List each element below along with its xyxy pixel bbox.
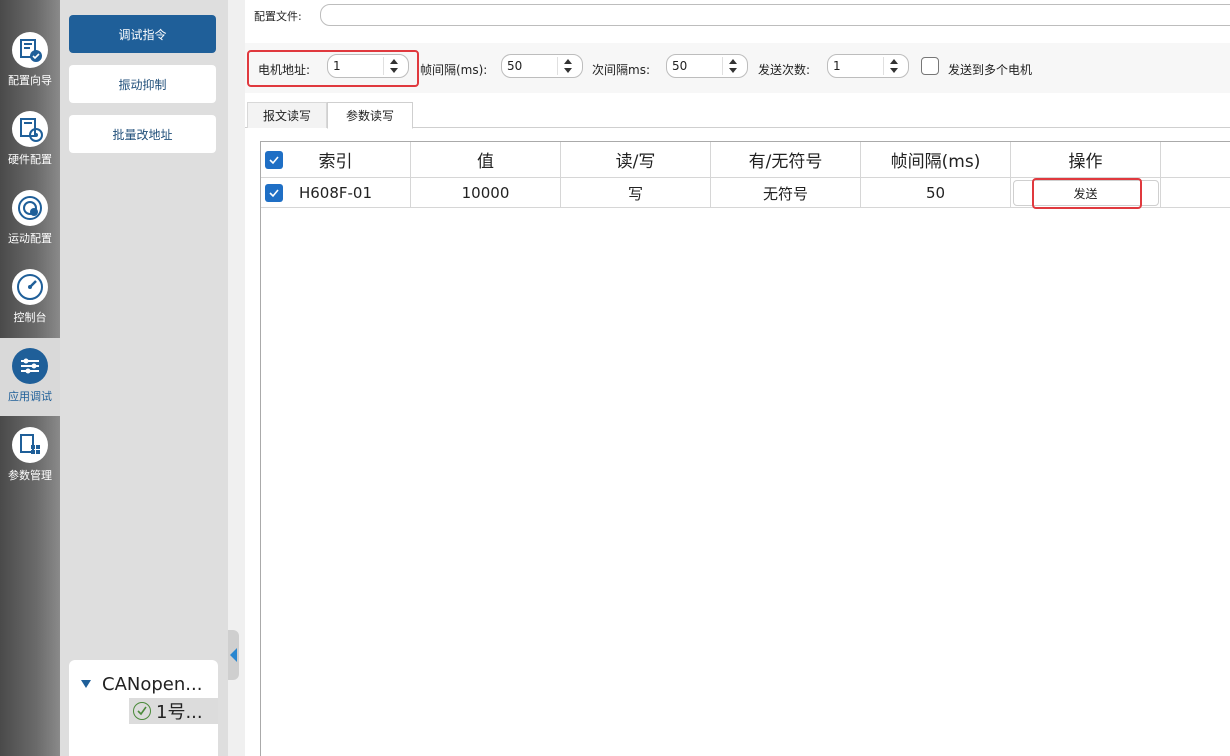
cell-action: 发送 — [1011, 178, 1161, 208]
sliders-icon — [12, 348, 48, 384]
send-params-row: 电机地址: 1 帧间隔(ms): 50 次间隔ms: 50 发送次数: 1 发送… — [245, 43, 1230, 93]
config-file-input[interactable] — [320, 4, 1230, 26]
rail-item-config-wizard[interactable]: 配置向导 — [0, 22, 60, 100]
spin-down-icon[interactable] — [390, 68, 398, 73]
tree-root-canopen[interactable]: CANopen... — [102, 674, 202, 695]
config-wizard-icon — [12, 32, 48, 68]
motor-address-label: 电机地址: — [258, 63, 311, 77]
cell-index: H608F-01 — [261, 178, 411, 208]
cell-rw[interactable]: 写 — [561, 178, 711, 208]
row-checkbox[interactable] — [265, 184, 283, 202]
spin-arrows[interactable] — [562, 57, 576, 75]
spin-up-icon[interactable] — [890, 59, 898, 64]
tab-bar: 报文读写 参数读写 — [245, 102, 1230, 129]
multi-motor-label: 发送到多个电机 — [948, 63, 1033, 77]
collapse-panel-button[interactable] — [228, 630, 239, 680]
header-index: 索引 — [261, 142, 411, 178]
send-count-spinbox[interactable]: 1 — [827, 54, 909, 78]
tree-node-motor-1[interactable]: 1号... — [129, 698, 218, 724]
multi-motor-checkbox[interactable] — [921, 57, 939, 75]
rail-label: 运动配置 — [8, 232, 52, 245]
rail-item-hardware-config[interactable]: 硬件配置 — [0, 101, 60, 179]
nav-rail: 配置向导 硬件配置 运动配置 控制台 应用调试 参数管理 — [0, 0, 60, 756]
tab-param-rw[interactable]: 参数读写 — [327, 102, 413, 129]
check-circle-icon — [133, 702, 151, 720]
cell-interval[interactable]: 50 — [861, 178, 1011, 208]
header-value: 值 — [411, 142, 561, 178]
tab-message-rw[interactable]: 报文读写 — [247, 102, 327, 128]
header-signed: 有/无符号 — [711, 142, 861, 178]
motion-config-icon — [12, 190, 48, 226]
header-interval: 帧间隔(ms) — [861, 142, 1011, 178]
header-action: 操作 — [1011, 142, 1161, 178]
send-count-value: 1 — [833, 59, 841, 73]
param-manage-icon — [12, 427, 48, 463]
submenu-panel: 调试指令 振动抑制 批量改地址 CANopen... 1号... — [60, 0, 228, 756]
spin-down-icon[interactable] — [890, 68, 898, 73]
spin-up-icon[interactable] — [729, 59, 737, 64]
console-gauge-icon — [12, 269, 48, 305]
spin-up-icon[interactable] — [390, 59, 398, 64]
submenu-vibration-suppress[interactable]: 振动抑制 — [69, 65, 216, 103]
rail-item-motion-config[interactable]: 运动配置 — [0, 180, 60, 258]
cell-value[interactable]: 10000 — [411, 178, 561, 208]
header-rw: 读/写 — [561, 142, 711, 178]
tree-node-label: 1号... — [156, 702, 203, 723]
sub-interval-label: 次间隔ms: — [592, 63, 650, 77]
hardware-config-icon — [12, 111, 48, 147]
frame-interval-label: 帧间隔(ms): — [420, 63, 488, 77]
submenu-debug-command[interactable]: 调试指令 — [69, 15, 216, 53]
cell-filler — [1161, 178, 1230, 208]
spin-up-icon[interactable] — [564, 59, 572, 64]
rail-label: 硬件配置 — [8, 153, 52, 166]
device-tree: CANopen... 1号... — [69, 660, 218, 756]
send-count-label: 发送次数: — [758, 63, 811, 77]
rail-item-param-manage[interactable]: 参数管理 — [0, 417, 60, 495]
rail-label: 控制台 — [13, 311, 47, 324]
expand-arrow-icon[interactable] — [81, 680, 91, 688]
sub-interval-value: 50 — [672, 59, 688, 73]
table-row[interactable]: H608F-01 10000 写 无符号 50 发送 — [261, 178, 1230, 208]
frame-interval-value: 50 — [507, 59, 523, 73]
rail-label: 应用调试 — [8, 390, 52, 403]
frame-interval-spinbox[interactable]: 50 — [501, 54, 583, 78]
spin-arrows[interactable] — [388, 57, 402, 75]
spin-arrows[interactable] — [727, 57, 741, 75]
rail-item-app-debug[interactable]: 应用调试 — [0, 338, 60, 416]
header-filler — [1161, 142, 1230, 178]
chevron-left-icon — [230, 648, 237, 662]
rail-label: 参数管理 — [8, 469, 52, 482]
param-table: 索引 值 读/写 有/无符号 帧间隔(ms) 操作 H608F-01 10000… — [260, 141, 1230, 756]
send-button[interactable]: 发送 — [1012, 180, 1159, 206]
submenu-batch-address[interactable]: 批量改地址 — [69, 115, 216, 153]
select-all-checkbox[interactable] — [265, 150, 283, 169]
spin-down-icon[interactable] — [729, 68, 737, 73]
spin-down-icon[interactable] — [564, 68, 572, 73]
motor-address-spinbox[interactable]: 1 — [327, 54, 409, 78]
motor-address-value: 1 — [333, 59, 341, 73]
rail-label: 配置向导 — [8, 74, 52, 87]
config-file-row: 配置文件: — [245, 0, 1230, 30]
main-panel: 配置文件: 电机地址: 1 帧间隔(ms): 50 次间隔ms: 50 发送次数… — [245, 0, 1230, 756]
config-file-label: 配置文件: — [254, 10, 302, 23]
spin-arrows[interactable] — [888, 57, 902, 75]
rail-item-console[interactable]: 控制台 — [0, 259, 60, 337]
sub-interval-spinbox[interactable]: 50 — [666, 54, 748, 78]
cell-signed[interactable]: 无符号 — [711, 178, 861, 208]
cell-index-text: H608F-01 — [298, 184, 373, 202]
header-label: 索引 — [318, 152, 353, 172]
